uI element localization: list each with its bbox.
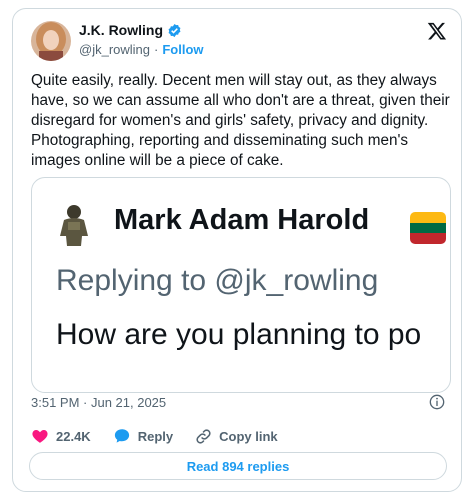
link-icon bbox=[196, 428, 211, 444]
author-name-row: J.K. Rowling bbox=[79, 22, 182, 38]
like-count: 22.4K bbox=[56, 428, 91, 444]
flag-icon bbox=[410, 212, 446, 244]
quoted-tweet-image[interactable]: Mark Adam Harold Replying to @jk_rowling… bbox=[31, 177, 451, 393]
read-replies-button[interactable]: Read 894 replies bbox=[29, 452, 447, 480]
verified-badge-icon bbox=[168, 23, 181, 37]
copy-link-label: Copy link bbox=[219, 428, 278, 444]
author-handle-row: @jk_rowling · Follow bbox=[79, 42, 204, 57]
like-button[interactable]: 22.4K bbox=[31, 427, 91, 445]
quoted-replying-to: Replying to @jk_rowling bbox=[56, 264, 379, 297]
flag-stripe-middle bbox=[410, 223, 446, 233]
reply-label: Reply bbox=[137, 428, 174, 444]
tweet-text: Quite easily, really. Decent men will st… bbox=[31, 72, 450, 169]
author-name[interactable]: J.K. Rowling bbox=[79, 22, 163, 38]
tweet-card: J.K. Rowling @jk_rowling · Follow Quite … bbox=[12, 8, 462, 492]
flag-stripe-bottom bbox=[410, 233, 446, 244]
author-avatar[interactable] bbox=[31, 21, 71, 61]
copy-link-button[interactable]: Copy link bbox=[195, 428, 278, 445]
tweet-timestamp[interactable]: 3:51 PM · Jun 21, 2025 bbox=[31, 395, 166, 410]
x-logo-icon[interactable] bbox=[427, 21, 447, 41]
flag-stripe-top bbox=[410, 212, 446, 223]
reply-button[interactable]: Reply bbox=[113, 427, 173, 445]
quoted-text: How are you planning to po bbox=[56, 318, 422, 351]
separator-dot: · bbox=[154, 42, 159, 57]
quoted-author-name: Mark Adam Harold bbox=[114, 204, 370, 236]
heart-icon bbox=[32, 430, 48, 443]
reply-bubble-icon bbox=[114, 429, 129, 443]
tweet-actions: 22.4K Reply Copy link bbox=[31, 427, 300, 445]
follow-button[interactable]: Follow bbox=[162, 42, 203, 57]
quoted-author-avatar bbox=[60, 205, 88, 246]
info-icon[interactable] bbox=[429, 394, 445, 410]
author-handle[interactable]: @jk_rowling bbox=[79, 42, 150, 57]
